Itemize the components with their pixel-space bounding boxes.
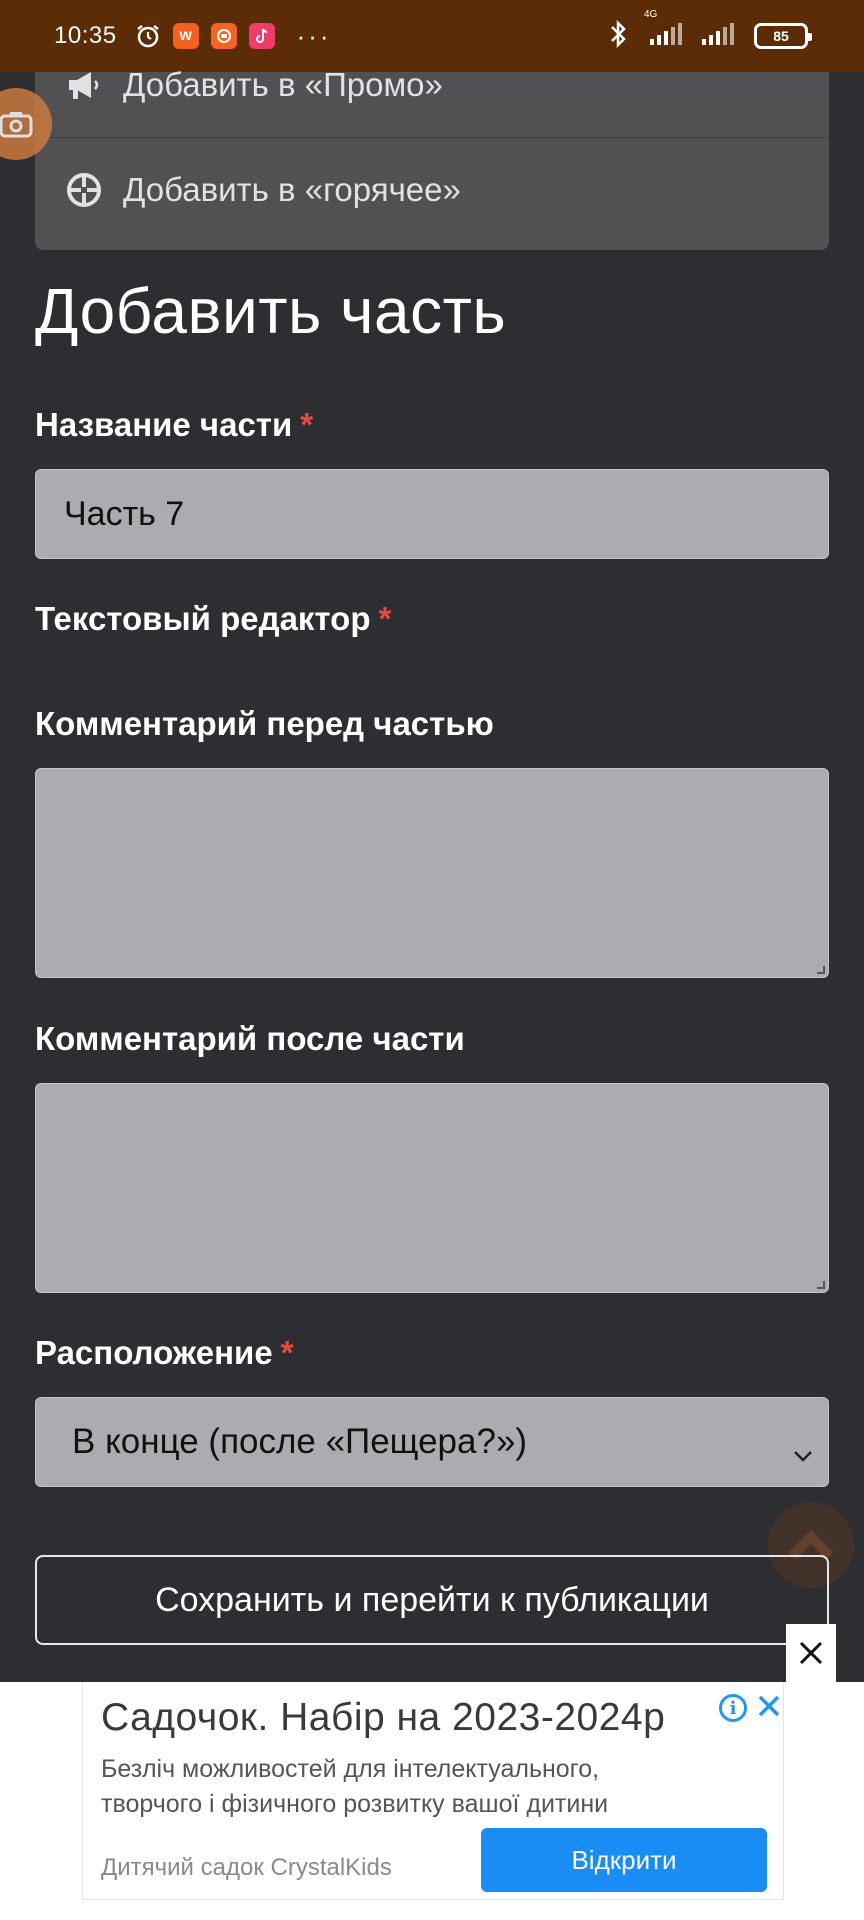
comment-after-textarea[interactable] — [35, 1083, 829, 1293]
position-select[interactable]: В конце (после «Пещера?») — [35, 1397, 829, 1487]
save-and-publish-button[interactable]: Сохранить и перейти к публикации — [35, 1555, 829, 1645]
comment-before-textarea[interactable] — [35, 768, 829, 978]
menu-item-label: Добавить в «горячее» — [123, 171, 461, 208]
page-title: Добавить часть — [35, 275, 507, 347]
required-mark: * — [300, 406, 314, 443]
position-label-text: Расположение — [35, 1334, 273, 1371]
required-mark: * — [280, 1334, 294, 1371]
text-editor-label: Текстовый редактор * — [35, 600, 391, 638]
ad-description: Безліч можливостей для інтелектуального,… — [101, 1755, 609, 1818]
ad-info-icon[interactable]: i — [719, 1694, 747, 1722]
part-name-input[interactable]: Часть 7 — [35, 469, 829, 559]
ad-card[interactable]: Садочок. Набір на 2023-2024р i Безліч мо… — [82, 1682, 784, 1900]
comment-after-label: Комментарий после части — [35, 1020, 465, 1057]
megaphone-icon — [65, 66, 103, 104]
position-selected-value: В конце (после «Пещера?») — [72, 1422, 528, 1461]
ad-advertiser: Дитячий садок CrystalKids — [101, 1854, 392, 1881]
menu-item-add-hot[interactable]: Добавить в «горячее» — [35, 138, 829, 242]
comment-before-label: Комментарий перед частью — [35, 705, 494, 742]
position-label: Расположение * — [35, 1334, 294, 1372]
chevron-down-icon — [792, 1432, 814, 1472]
camera-icon — [0, 112, 33, 138]
ad-dismiss-icon[interactable] — [755, 1692, 783, 1720]
required-mark: * — [378, 600, 392, 637]
ad-close-button[interactable] — [786, 1624, 836, 1682]
actions-menu: Добавить в «Промо» Добавить в «горячее» — [35, 66, 829, 250]
resize-grip-icon[interactable] — [817, 1281, 825, 1289]
text-editor-label-text: Текстовый редактор — [35, 600, 371, 637]
resize-grip-icon[interactable] — [817, 966, 825, 974]
part-name-label-text: Название части — [35, 406, 293, 443]
ad-title: Садочок. Набір на 2023-2024р — [101, 1696, 666, 1739]
part-name-label: Название части * — [35, 406, 313, 444]
menu-item-add-promo[interactable]: Добавить в «Промо» — [35, 32, 829, 138]
ad-open-button[interactable]: Відкрити — [481, 1828, 767, 1892]
network-type-label: 4G — [644, 8, 658, 20]
crosshair-icon — [65, 171, 103, 209]
close-icon — [799, 1641, 823, 1665]
part-name-value: Часть 7 — [64, 494, 185, 533]
menu-item-label: Добавить в «Промо» — [123, 65, 443, 103]
